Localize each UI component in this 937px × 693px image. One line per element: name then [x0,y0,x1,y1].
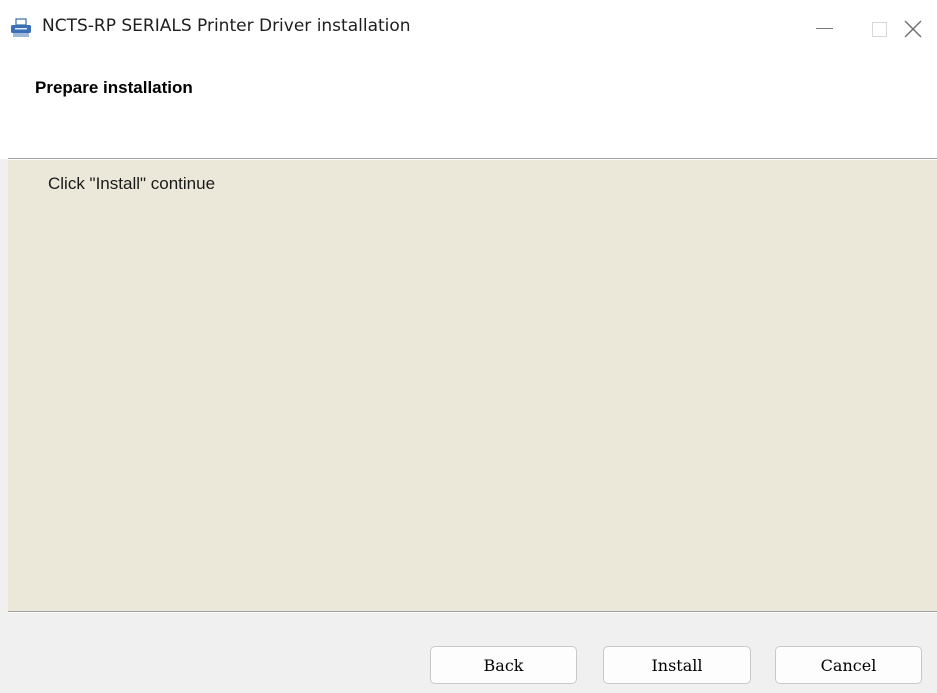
instruction-text: Click "Install" continue [48,174,216,193]
maximize-icon [872,22,887,37]
content-panel: Click "Install" continue [8,160,937,611]
installer-window: NCTS-RP SERIALS Printer Driver installat… [0,0,937,693]
install-button[interactable]: Install [603,646,751,684]
printer-icon [10,18,32,38]
minimize-icon [816,28,833,29]
close-button[interactable] [891,8,937,46]
header-panel: Prepare installation [0,54,937,159]
cancel-button[interactable]: Cancel [775,646,922,684]
minimize-button[interactable] [800,8,846,46]
page-title: Prepare installation [35,78,193,97]
close-icon [904,20,922,38]
divider-highlight [8,612,937,613]
title-bar[interactable]: NCTS-RP SERIALS Printer Driver installat… [0,0,937,54]
window-title: NCTS-RP SERIALS Printer Driver installat… [42,16,411,36]
back-button[interactable]: Back [430,646,577,684]
